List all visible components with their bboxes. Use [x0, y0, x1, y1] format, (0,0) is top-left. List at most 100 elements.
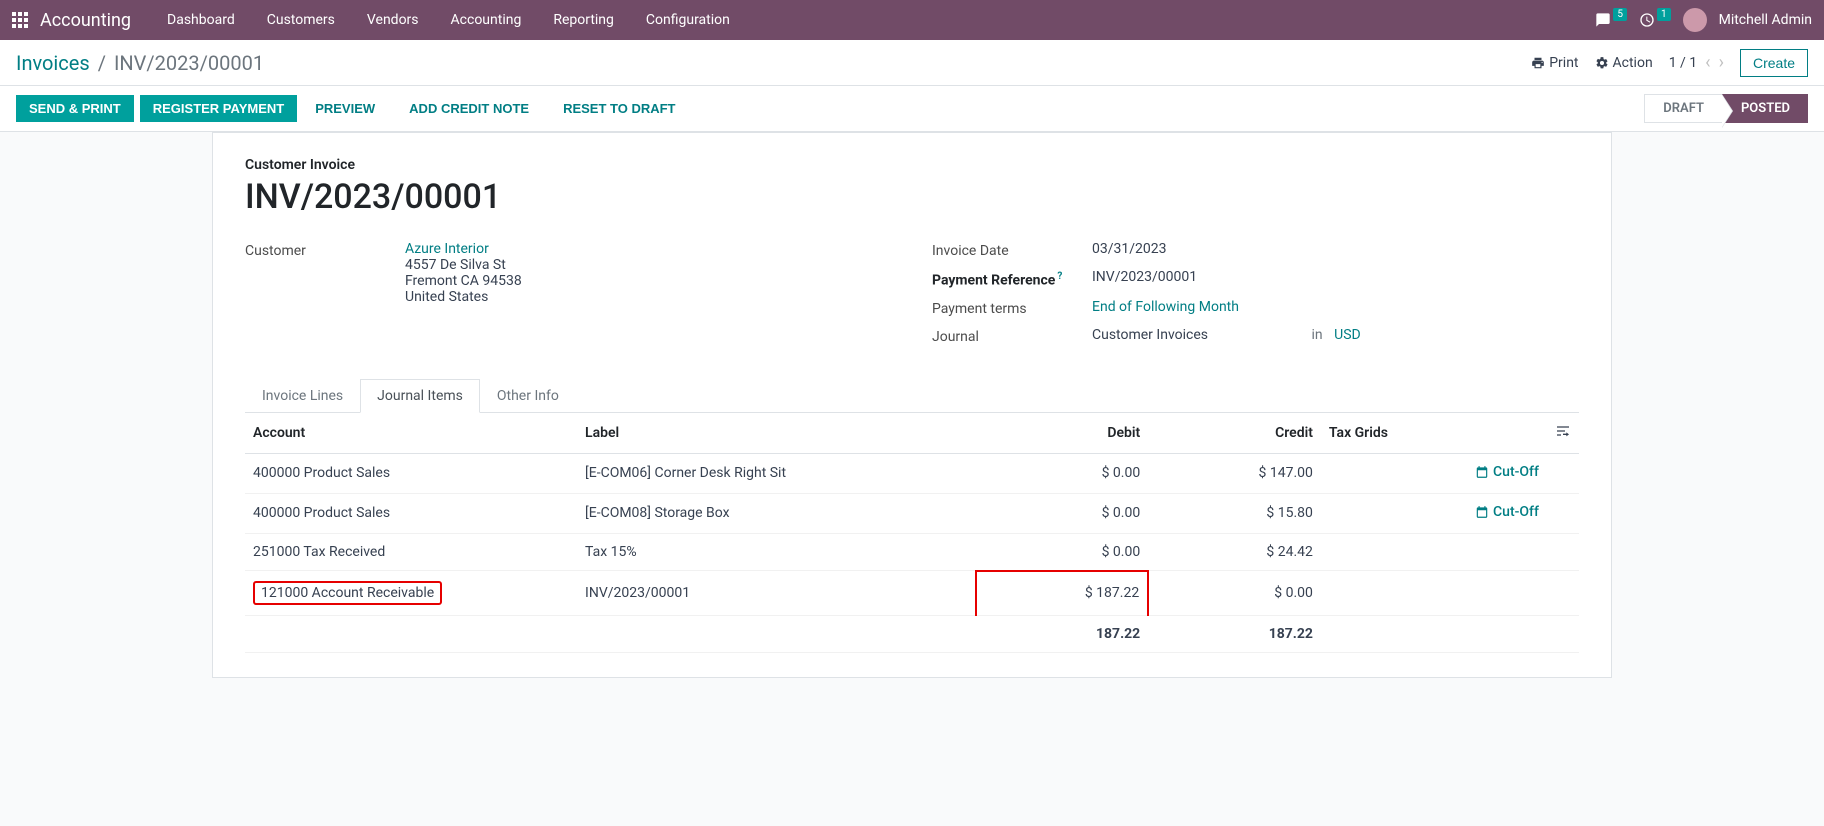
journal-label: Journal — [932, 327, 1092, 345]
cell-credit: $ 24.42 — [1148, 533, 1321, 571]
table-totals-row: 187.22 187.22 — [245, 616, 1579, 653]
pager-prev[interactable]: ‹ — [1705, 52, 1710, 73]
form-sheet: Customer Invoice INV/2023/00001 Customer… — [212, 132, 1612, 678]
form-col-right: Invoice Date 03/31/2023 Payment Referenc… — [932, 241, 1579, 355]
addr-line-2: Fremont CA 94538 — [405, 273, 892, 289]
pager-text: 1 / 1 — [1669, 55, 1697, 71]
form-title: INV/2023/00001 — [245, 177, 1579, 217]
th-account: Account — [245, 413, 577, 454]
table-row[interactable]: 121000 Account Receivable INV/2023/00001… — [245, 571, 1579, 616]
pager-next[interactable]: › — [1719, 52, 1724, 73]
journal-table: Account Label Debit Credit Tax Grids 400… — [245, 413, 1579, 654]
status-posted[interactable]: POSTED — [1722, 94, 1808, 123]
highlighted-account: 121000 Account Receivable — [253, 581, 442, 605]
print-label: Print — [1549, 55, 1578, 71]
payment-terms-label: Payment terms — [932, 299, 1092, 317]
journal-in: in — [1311, 327, 1322, 343]
th-label: Label — [577, 413, 975, 454]
tab-invoice-lines[interactable]: Invoice Lines — [245, 379, 360, 413]
addr-line-3: United States — [405, 289, 892, 305]
cutoff-label: Cut-Off — [1493, 504, 1539, 520]
calendar-icon — [1475, 465, 1489, 479]
cell-label: Tax 15% — [577, 533, 975, 571]
help-icon[interactable]: ? — [1057, 271, 1062, 282]
avatar[interactable] — [1683, 8, 1707, 32]
cell-label: [E-COM06] Corner Desk Right Sit — [577, 453, 975, 493]
form-grid: Customer Azure Interior 4557 De Silva St… — [245, 241, 1579, 355]
cell-tax-grids — [1321, 493, 1454, 533]
clock-badge: 1 — [1657, 8, 1671, 21]
pager: 1 / 1 ‹ › — [1669, 52, 1724, 73]
cutoff-label: Cut-Off — [1493, 464, 1539, 480]
breadcrumb-sep: / — [98, 51, 106, 75]
apps-icon[interactable] — [12, 12, 28, 28]
cell-account: 400000 Product Sales — [245, 493, 577, 533]
invoice-date-value: 03/31/2023 — [1092, 241, 1579, 257]
nav-reporting[interactable]: Reporting — [537, 0, 630, 40]
preview-button[interactable]: PREVIEW — [303, 96, 387, 121]
cell-debit: $ 0.00 — [976, 493, 1149, 533]
table-header-row: Account Label Debit Credit Tax Grids — [245, 413, 1579, 454]
table-row[interactable]: 251000 Tax Received Tax 15% $ 0.00 $ 24.… — [245, 533, 1579, 571]
status-steps: DRAFT POSTED — [1644, 94, 1808, 123]
cell-credit: $ 0.00 — [1148, 571, 1321, 616]
journal-name: Customer Invoices — [1092, 327, 1208, 343]
table-row[interactable]: 400000 Product Sales [E-COM06] Corner De… — [245, 453, 1579, 493]
payment-ref-label: Payment Reference? — [932, 269, 1092, 289]
customer-link[interactable]: Azure Interior — [405, 241, 489, 257]
nav-accounting[interactable]: Accounting — [435, 0, 538, 40]
tab-journal-items[interactable]: Journal Items — [360, 379, 480, 413]
cell-label: [E-COM08] Storage Box — [577, 493, 975, 533]
create-button[interactable]: Create — [1740, 49, 1808, 77]
form-title-label: Customer Invoice — [245, 157, 1579, 173]
cell-label: INV/2023/00001 — [577, 571, 975, 616]
action-menu[interactable]: Action — [1595, 55, 1653, 71]
cell-debit: $ 0.00 — [976, 533, 1149, 571]
control-panel: Invoices / INV/2023/00001 Print Action 1… — [0, 40, 1824, 86]
customer-label: Customer — [245, 241, 405, 259]
tab-other-info[interactable]: Other Info — [480, 379, 576, 413]
clock-icon[interactable]: 1 — [1639, 12, 1671, 28]
total-credit: 187.22 — [1148, 616, 1321, 653]
cell-debit-highlighted: $ 187.22 — [976, 571, 1149, 616]
options-icon[interactable] — [1555, 423, 1571, 439]
cell-credit: $ 15.80 — [1148, 493, 1321, 533]
currency-link[interactable]: USD — [1334, 327, 1361, 343]
payment-terms-link[interactable]: End of Following Month — [1092, 299, 1239, 315]
cell-account: 121000 Account Receivable — [245, 571, 577, 616]
nav-dashboard[interactable]: Dashboard — [151, 0, 251, 40]
nav-customers[interactable]: Customers — [251, 0, 351, 40]
print-action[interactable]: Print — [1531, 55, 1578, 71]
cell-account: 251000 Tax Received — [245, 533, 577, 571]
chat-icon[interactable]: 5 — [1595, 12, 1627, 28]
cell-cutoff: Cut-Off — [1454, 493, 1547, 533]
statusbar: SEND & PRINT REGISTER PAYMENT PREVIEW AD… — [0, 86, 1824, 132]
status-draft[interactable]: DRAFT — [1644, 94, 1722, 123]
reset-to-draft-button[interactable]: RESET TO DRAFT — [551, 96, 687, 121]
print-icon — [1531, 56, 1545, 70]
cutoff-link[interactable]: Cut-Off — [1475, 464, 1539, 480]
send-print-button[interactable]: SEND & PRINT — [16, 95, 134, 122]
cell-credit: $ 147.00 — [1148, 453, 1321, 493]
add-credit-note-button[interactable]: ADD CREDIT NOTE — [397, 96, 541, 121]
journal-value: Customer Invoices in USD — [1092, 327, 1579, 343]
register-payment-button[interactable]: REGISTER PAYMENT — [140, 95, 297, 122]
th-options — [1547, 413, 1579, 454]
cell-account: 400000 Product Sales — [245, 453, 577, 493]
chat-badge: 5 — [1613, 8, 1627, 21]
breadcrumb-parent[interactable]: Invoices — [16, 51, 90, 75]
th-credit: Credit — [1148, 413, 1321, 454]
app-name: Accounting — [40, 10, 131, 31]
navbar: Accounting Dashboard Customers Vendors A… — [0, 0, 1824, 40]
user-name[interactable]: Mitchell Admin — [1719, 12, 1812, 28]
cutoff-link[interactable]: Cut-Off — [1475, 504, 1539, 520]
nav-right: 5 1 Mitchell Admin — [1595, 8, 1812, 32]
cell-cutoff — [1454, 533, 1547, 571]
nav-menu: Dashboard Customers Vendors Accounting R… — [151, 0, 746, 40]
table-row[interactable]: 400000 Product Sales [E-COM08] Storage B… — [245, 493, 1579, 533]
calendar-icon — [1475, 505, 1489, 519]
nav-vendors[interactable]: Vendors — [351, 0, 435, 40]
customer-value: Azure Interior 4557 De Silva St Fremont … — [405, 241, 892, 305]
nav-configuration[interactable]: Configuration — [630, 0, 746, 40]
addr-line-1: 4557 De Silva St — [405, 257, 892, 273]
